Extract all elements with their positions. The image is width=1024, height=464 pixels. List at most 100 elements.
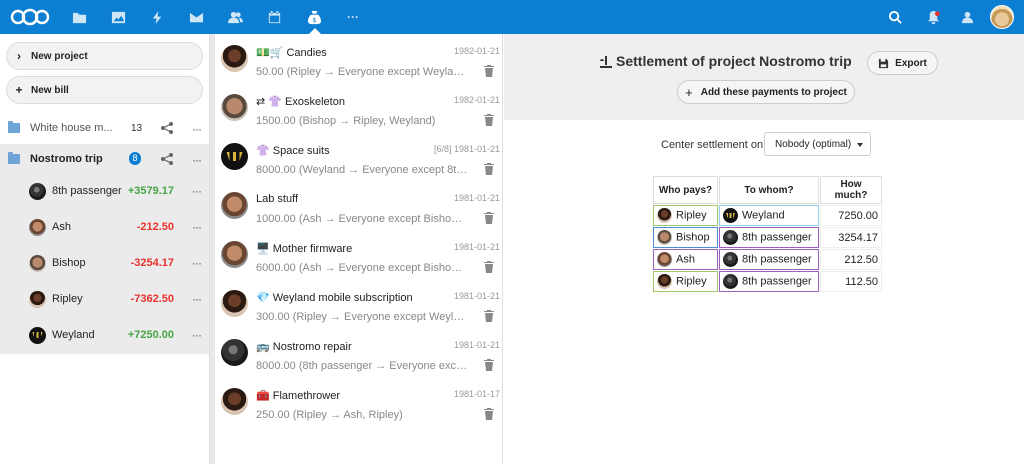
cospend-icon[interactable]: $ (305, 8, 323, 26)
table-row: Ripley Weyland 7250.00 (653, 205, 882, 226)
user-avatar[interactable] (990, 5, 1014, 29)
search-icon[interactable] (886, 8, 904, 26)
bill-date: 1981-01-17 (453, 389, 500, 399)
avatar (723, 208, 738, 223)
more-icon[interactable]: ··· (192, 256, 202, 270)
trash-icon[interactable] (484, 114, 494, 126)
receiver-cell: 8th passenger (719, 271, 819, 292)
export-label: Export (895, 57, 927, 69)
trash-icon[interactable] (484, 65, 494, 77)
files-icon[interactable] (70, 8, 88, 26)
mail-icon[interactable] (187, 8, 205, 26)
list-item[interactable]: 💎 Weyland mobile subscription 300.00 (Ri… (215, 281, 503, 330)
more-icon[interactable]: ··· (192, 153, 202, 167)
table-row: Ash 8th passenger 212.50 (653, 249, 882, 270)
avatar (221, 388, 248, 415)
receiver-cell: 8th passenger (719, 227, 819, 248)
avatar (29, 254, 46, 272)
chevron-right-icon: › (17, 49, 21, 63)
add-payments-button[interactable]: + Add these payments to project (677, 80, 855, 104)
avatar (221, 192, 248, 219)
share-icon[interactable] (160, 152, 174, 166)
avatar (657, 274, 672, 289)
col-to-whom: To whom? (719, 176, 819, 204)
member-weyland[interactable]: Weyland +7250.00 ··· (0, 317, 209, 353)
bill-title: 👚 Space suits (256, 145, 330, 157)
notifications-icon[interactable] (924, 8, 942, 26)
member-name: 8th passenger (52, 185, 122, 197)
new-project-button[interactable]: › New project (6, 42, 203, 70)
avatar (221, 94, 248, 121)
payer-name: Ash (676, 253, 695, 266)
payer-cell: Ripley (653, 271, 718, 292)
more-icon[interactable]: ··· (192, 328, 202, 342)
trash-icon[interactable] (484, 310, 494, 322)
contacts-icon[interactable] (226, 8, 244, 26)
bill-date: 1981-01-21 (453, 291, 500, 301)
member-name: Ripley (52, 293, 83, 305)
member-8th-passenger[interactable]: 8th passenger +3579.17 ··· (0, 173, 209, 209)
list-item[interactable]: 🚌 Nostromo repair 8000.00 (8th passenger… (215, 330, 503, 379)
avatar (29, 290, 46, 308)
svg-text:$: $ (312, 16, 316, 24)
center-settlement-select[interactable]: Nobody (optimal) (764, 132, 871, 156)
bill-date: 1981-01-21 (453, 242, 500, 252)
payer-cell: Bishop (653, 227, 718, 248)
member-bishop[interactable]: Bishop -3254.17 ··· (0, 245, 209, 281)
table-row: Ripley 8th passenger 112.50 (653, 271, 882, 292)
avatar (29, 218, 46, 236)
more-icon[interactable]: ··· (192, 292, 202, 306)
add-payments-label: Add these payments to project (700, 86, 847, 98)
trash-icon[interactable] (484, 359, 494, 371)
more-icon[interactable]: ··· (192, 220, 202, 234)
share-icon[interactable] (160, 121, 174, 135)
contacts-menu-icon[interactable] (958, 8, 976, 26)
activity-icon[interactable] (148, 8, 166, 26)
bill-date: 1982-01-21 (453, 46, 500, 56)
receiver-cell: 8th passenger (719, 249, 819, 270)
export-button[interactable]: Export (867, 51, 938, 75)
center-settlement-label: Center settlement on (661, 139, 764, 151)
new-bill-button[interactable]: + New bill (6, 76, 203, 104)
list-item[interactable]: 💵🛒 Candies 50.00 (Ripley → Everyone exce… (215, 36, 503, 85)
photos-icon[interactable] (109, 8, 127, 26)
top-header: $ ··· (0, 0, 1024, 34)
member-name: Bishop (52, 257, 86, 269)
amount-cell: 3254.17 (820, 227, 882, 248)
settlement-header: Settlement of project Nostromo trip Expo… (504, 34, 1024, 120)
list-item[interactable]: 🖥️ Mother firmware 6000.00 (Ash → Everyo… (215, 232, 503, 281)
bill-count: 13 (131, 122, 143, 134)
bill-title: 🖥️ Mother firmware (256, 243, 353, 255)
project-nostromo-expanded: Nostromo trip 8 ··· 8th passenger +3579.… (0, 144, 209, 354)
more-icon[interactable]: ··· (192, 122, 202, 136)
settlement-view: Settlement of project Nostromo trip Expo… (504, 34, 1024, 464)
nextcloud-logo[interactable] (9, 8, 51, 26)
project-white-house[interactable]: White house m... 13 ··· (0, 113, 209, 143)
bill-count-badge: 8 (129, 152, 141, 165)
member-ripley[interactable]: Ripley -7362.50 ··· (0, 281, 209, 317)
member-ash[interactable]: Ash -212.50 ··· (0, 209, 209, 245)
trash-icon[interactable] (484, 163, 494, 175)
avatar (221, 143, 248, 170)
trash-icon[interactable] (484, 408, 494, 420)
avatar (221, 45, 248, 72)
project-nostromo[interactable]: Nostromo trip 8 ··· (0, 144, 209, 174)
avatar (221, 290, 248, 317)
list-item[interactable]: 👚 Space suits 8000.00 (Weyland → Everyon… (215, 134, 503, 183)
calendar-icon[interactable] (265, 8, 283, 26)
list-item[interactable]: ⇄ 👚 Exoskeleton 1500.00 (Bishop → Ripley… (215, 85, 503, 134)
plus-icon: + (685, 84, 693, 100)
list-item[interactable]: 🧰 Flamethrower 250.00 (Ripley → Ash, Rip… (215, 379, 503, 428)
more-apps-icon[interactable]: ··· (344, 8, 362, 26)
trash-icon[interactable] (484, 212, 494, 224)
caret-down-icon (857, 143, 863, 147)
more-icon[interactable]: ··· (192, 184, 202, 198)
new-project-label: New project (31, 50, 88, 62)
member-name: Ash (52, 221, 71, 233)
col-who-pays: Who pays? (653, 176, 718, 204)
list-item[interactable]: Lab stuff 1000.00 (Ash → Everyone except… (215, 183, 503, 232)
bill-date: 1981-01-21 (453, 340, 500, 350)
new-bill-label: New bill (31, 84, 69, 96)
project-name: Nostromo trip (30, 153, 103, 165)
trash-icon[interactable] (484, 261, 494, 273)
